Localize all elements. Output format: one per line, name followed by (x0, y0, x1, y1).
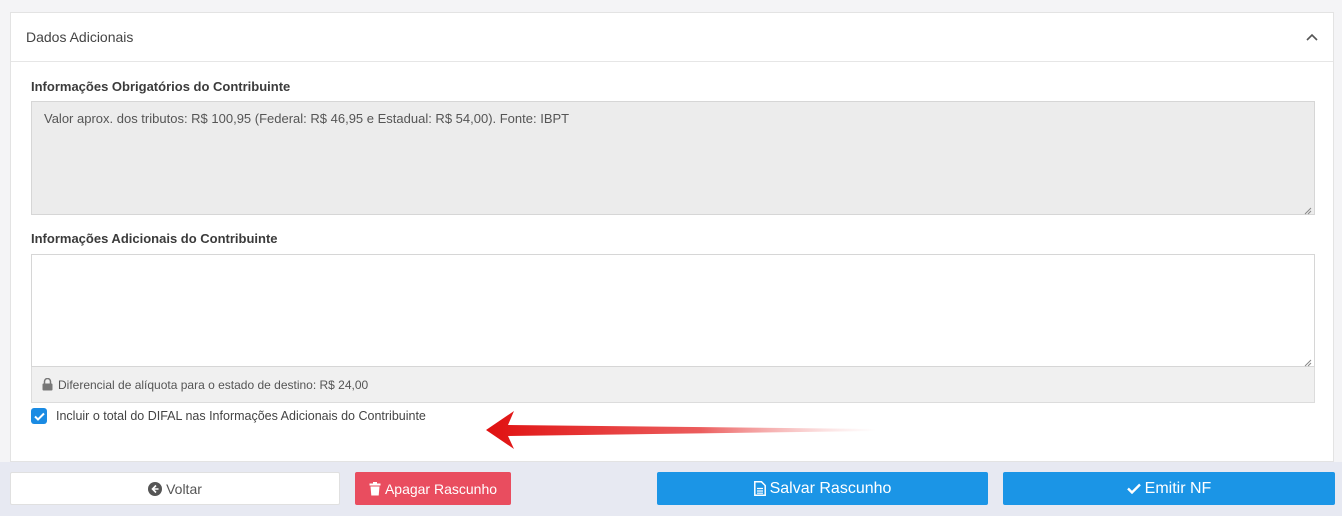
difal-checkbox[interactable] (31, 408, 47, 424)
difal-checkbox-label: Incluir o total do DIFAL nas Informações… (56, 409, 426, 423)
panel-header[interactable]: Dados Adicionais (11, 13, 1333, 62)
annotation-arrow-icon (486, 411, 876, 449)
resize-grip-icon[interactable] (1303, 355, 1312, 367)
check-icon (1126, 483, 1141, 494)
lock-icon (42, 378, 53, 391)
chevron-up-icon[interactable] (1305, 30, 1319, 44)
difal-checkbox-row[interactable]: Incluir o total do DIFAL nas Informações… (31, 408, 426, 424)
difal-helper-bar: Diferencial de alíquota para o estado de… (31, 367, 1315, 403)
delete-draft-button[interactable]: Apagar Rascunho (355, 472, 511, 505)
additional-info-textarea[interactable] (31, 254, 1315, 367)
arrow-left-circle-icon (148, 481, 163, 496)
file-text-icon (753, 481, 766, 496)
additional-data-panel: Dados Adicionais Informações Obrigatório… (10, 12, 1334, 462)
mandatory-info-label: Informações Obrigatórios do Contribuinte (31, 79, 291, 94)
emit-nf-label: Emitir NF (1144, 479, 1212, 497)
back-button-label: Voltar (166, 480, 202, 497)
delete-draft-label: Apagar Rascunho (384, 480, 498, 497)
trash-icon (369, 481, 381, 495)
mandatory-info-value: Valor aprox. dos tributos: R$ 100,95 (Fe… (44, 111, 570, 126)
panel-title: Dados Adicionais (26, 29, 134, 45)
difal-helper-text: Diferencial de alíquota para o estado de… (58, 377, 369, 392)
action-footer: Voltar Apagar Rascunho Salvar Rascunho E… (0, 462, 1342, 516)
back-button[interactable]: Voltar (10, 472, 340, 505)
emit-nf-button[interactable]: Emitir NF (1003, 472, 1335, 505)
resize-grip-icon[interactable] (1303, 203, 1312, 215)
save-draft-button[interactable]: Salvar Rascunho (657, 472, 988, 505)
additional-info-label: Informações Adicionais do Contribuinte (31, 231, 278, 246)
save-draft-label: Salvar Rascunho (769, 479, 892, 497)
mandatory-info-textarea: Valor aprox. dos tributos: R$ 100,95 (Fe… (31, 101, 1315, 215)
